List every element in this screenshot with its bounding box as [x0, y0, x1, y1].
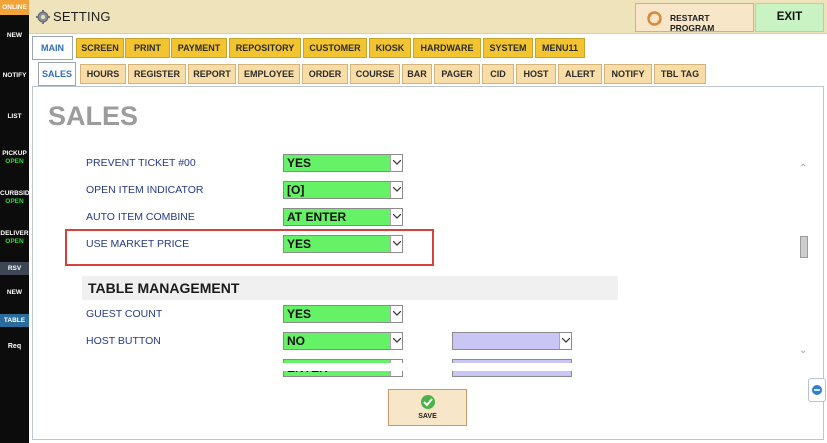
sidebar-item-curbside[interactable]: CURBSID OPEN	[0, 190, 30, 206]
select-value: YES	[287, 307, 312, 321]
setting-label-prevent-ticket: PREVENT TICKET #00	[86, 157, 196, 169]
title-bar: SETTING RESTART PROGRAM EXIT	[29, 0, 827, 34]
tab-system[interactable]: SYSTEM	[483, 38, 533, 58]
tab-order[interactable]: ORDER	[302, 64, 348, 84]
tab-tbl-tag[interactable]: TBL TAG	[654, 64, 706, 84]
restart-icon	[647, 11, 662, 26]
sidebar-item-label: PICKUP	[2, 150, 27, 157]
auto-item-combine-select[interactable]: AT ENTER	[283, 208, 403, 226]
chevron-down-icon	[390, 236, 402, 252]
chevron-down-icon	[390, 155, 402, 171]
tab-bar[interactable]: BAR	[402, 64, 432, 84]
checkmark-icon	[421, 395, 435, 409]
gear-icon	[36, 10, 50, 24]
section-title: SALES	[48, 101, 139, 131]
prevent-ticket-select[interactable]: YES	[283, 154, 403, 172]
sidebar-item-req[interactable]: Req	[0, 343, 29, 351]
select-value: AT ENTER	[287, 210, 347, 224]
tab-kiosk[interactable]: KIOSK	[369, 38, 411, 58]
tab-hours[interactable]: HOURS	[80, 64, 126, 84]
sidebar-item-status: OPEN	[5, 238, 24, 245]
tab-screen[interactable]: SCREEN	[76, 38, 124, 58]
left-sidebar: ONLINE NEW NOTIFY LIST PICKUP OPEN CURBS…	[0, 0, 30, 443]
sidebar-item-label: LIST	[7, 113, 22, 120]
setting-label-guest-count: GUEST COUNT	[86, 308, 163, 320]
list-clip-mask	[73, 363, 793, 371]
tab-employee[interactable]: EMPLOYEE	[238, 64, 300, 84]
chevron-down-icon	[390, 209, 402, 225]
sidebar-item-new[interactable]: NEW	[0, 32, 29, 40]
chevron-down-icon	[390, 306, 402, 322]
sidebar-item-delivery[interactable]: DELIVER OPEN	[0, 230, 29, 246]
sidebar-item-status: OPEN	[5, 158, 24, 165]
sidebar-item-label: NEW	[6, 32, 23, 39]
tab-notify[interactable]: NOTIFY	[604, 64, 652, 84]
sidebar-item-pickup[interactable]: PICKUP OPEN	[0, 150, 29, 166]
host-button-extra-select[interactable]	[452, 332, 572, 350]
tab-print[interactable]: PRINT	[125, 38, 170, 58]
setting-label-host-button: HOST BUTTON	[86, 335, 161, 347]
table-management-header: TABLE MANAGEMENT	[82, 276, 618, 300]
save-label: SAVE	[418, 413, 437, 420]
chevron-down-icon	[390, 333, 402, 349]
sidebar-item-label: NOTIFY	[2, 72, 27, 79]
tab-pager[interactable]: PAGER	[434, 64, 480, 84]
save-button[interactable]: SAVE	[388, 389, 467, 426]
scroll-down-icon[interactable]: ⌄	[799, 345, 807, 356]
select-value: [O]	[287, 183, 305, 197]
sidebar-item-label: CURBSID	[0, 190, 30, 197]
tab-alert[interactable]: ALERT	[558, 64, 602, 84]
guest-count-select[interactable]: YES	[283, 305, 403, 323]
select-value: YES	[287, 156, 312, 170]
tab-repository[interactable]: REPOSITORY	[229, 38, 301, 58]
window-title: SETTING	[53, 9, 111, 24]
sidebar-item-label: DELIVER	[0, 230, 29, 237]
tab-menu11[interactable]: MENU11	[535, 38, 585, 58]
select-value: NO	[287, 334, 305, 348]
tab-hardware[interactable]: HARDWARE	[413, 38, 481, 58]
scrollbar-thumb[interactable]	[800, 236, 808, 258]
chevron-down-icon	[390, 182, 402, 198]
host-button-select[interactable]: NO	[283, 332, 403, 350]
restart-program-label: RESTART PROGRAM	[670, 13, 715, 33]
sidebar-item-rsv[interactable]: RSV	[0, 262, 29, 275]
scrollbar[interactable]	[798, 157, 810, 362]
sidebar-item-status: OPEN	[5, 198, 24, 205]
tab-cid[interactable]: CID	[482, 64, 514, 84]
tab-course[interactable]: COURSE	[350, 64, 400, 84]
tab-report[interactable]: REPORT	[188, 64, 236, 84]
setting-label-auto-combine: AUTO ITEM COMBINE	[86, 211, 195, 223]
setting-label-open-item: OPEN ITEM INDICATOR	[86, 184, 204, 196]
tab-sales[interactable]: SALES	[38, 62, 76, 86]
setting-label-market-price: USE MARKET PRICE	[86, 238, 190, 250]
remote-support-icon[interactable]	[808, 378, 826, 402]
tab-host[interactable]: HOST	[516, 64, 556, 84]
online-status-badge: ONLINE	[0, 0, 29, 15]
scroll-up-icon[interactable]: ⌃	[799, 163, 807, 174]
sidebar-item-list[interactable]: LIST	[0, 113, 29, 121]
restart-program-button[interactable]: RESTART PROGRAM	[635, 3, 754, 33]
sidebar-item-notify[interactable]: NOTIFY	[0, 72, 29, 80]
tab-payment[interactable]: PAYMENT	[171, 38, 227, 58]
tab-main[interactable]: MAIN	[32, 36, 73, 60]
select-value: YES	[287, 237, 312, 251]
setting-screen: ONLINE NEW NOTIFY LIST PICKUP OPEN CURBS…	[0, 0, 827, 443]
sidebar-item-table[interactable]: TABLE	[0, 314, 29, 327]
tab-register[interactable]: REGISTER	[128, 64, 186, 84]
sidebar-item-new-2[interactable]: NEW	[0, 289, 29, 297]
chevron-down-icon	[559, 333, 571, 349]
settings-panel: SALES PREVENT TICKET #00 YES OPEN ITEM I…	[32, 86, 824, 440]
use-market-price-select[interactable]: YES	[283, 235, 403, 253]
open-item-indicator-select[interactable]: [O]	[283, 181, 403, 199]
exit-button[interactable]: EXIT	[755, 3, 824, 32]
tab-customer[interactable]: CUSTOMER	[303, 38, 367, 58]
